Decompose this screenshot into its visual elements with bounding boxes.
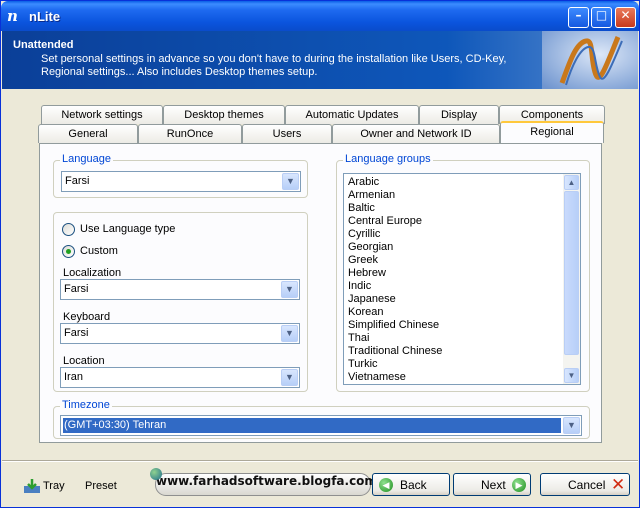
arrow-left-icon: ◀: [379, 478, 393, 492]
language-value: Farsi: [65, 175, 90, 187]
custom-label[interactable]: Custom: [80, 245, 118, 257]
back-button-label: Back: [400, 478, 427, 492]
maximize-button[interactable]: □: [591, 7, 612, 28]
chevron-down-icon[interactable]: ▼: [281, 325, 298, 342]
list-item[interactable]: Central Europe: [348, 215, 442, 228]
arrow-right-icon: ▶: [512, 478, 526, 492]
cancel-x-icon: ✕: [611, 475, 626, 495]
keyboard-value: Farsi: [64, 327, 89, 339]
chevron-down-icon[interactable]: ▼: [281, 369, 298, 386]
localization-label: Localization: [63, 267, 122, 279]
list-item[interactable]: Hebrew: [348, 267, 442, 280]
timezone-label: Timezone: [60, 399, 112, 411]
list-item[interactable]: Indic: [348, 280, 442, 293]
scroll-up-icon[interactable]: ▲: [564, 175, 579, 190]
language-groups-scrollbar[interactable]: ▲ ▼: [563, 174, 580, 384]
list-item[interactable]: Turkic: [348, 358, 442, 371]
list-item[interactable]: Greek: [348, 254, 442, 267]
list-item[interactable]: Vietnamese: [348, 371, 442, 384]
chevron-down-icon[interactable]: ▼: [282, 173, 299, 190]
tab-regional[interactable]: Regional: [500, 121, 604, 143]
back-button[interactable]: ◀ Back: [372, 473, 450, 496]
tray-icon[interactable]: [24, 479, 40, 493]
custom-radio[interactable]: [62, 245, 75, 258]
title-bar[interactable]: n nLite – □ ✕: [1, 1, 639, 31]
language-groups-list[interactable]: Arabic Armenian Baltic Central Europe Cy…: [343, 173, 581, 385]
tab-owner-network-id[interactable]: Owner and Network ID: [332, 124, 500, 143]
location-value: Iran: [64, 371, 83, 383]
cancel-button[interactable]: Cancel ✕: [540, 473, 630, 496]
localization-value: Farsi: [64, 283, 89, 295]
app-window: n nLite – □ ✕ Unattended Set personal se…: [0, 0, 640, 508]
location-label: Location: [63, 355, 105, 367]
tab-network-settings[interactable]: Network settings: [41, 105, 163, 124]
website-link[interactable]: www.farhadsoftware.blogfa.com: [155, 473, 377, 496]
tab-strip: Network settings Desktop themes Automati…: [38, 105, 608, 145]
list-item[interactable]: Traditional Chinese: [348, 345, 442, 358]
footer-bar: Tray Preset www.farhadsoftware.blogfa.co…: [2, 460, 638, 507]
list-item[interactable]: Cyrillic: [348, 228, 442, 241]
scroll-thumb[interactable]: [564, 191, 579, 355]
tab-automatic-updates[interactable]: Automatic Updates: [285, 105, 419, 124]
custom-settings-group: Use Language type Custom Localization Fa…: [53, 212, 308, 392]
regional-panel: Language Farsi ▼ Use Language type Custo…: [39, 143, 602, 443]
timezone-value: (GMT+03:30) Tehran: [64, 419, 167, 431]
list-item[interactable]: Simplified Chinese: [348, 319, 442, 332]
language-groups-label: Language groups: [343, 153, 433, 165]
keyboard-label: Keyboard: [63, 311, 111, 323]
list-item[interactable]: Baltic: [348, 202, 442, 215]
minimize-button[interactable]: –: [568, 7, 589, 28]
location-select[interactable]: Iran ▼: [60, 367, 300, 388]
page-description: Set personal settings in advance so you …: [41, 53, 507, 78]
timezone-group: Timezone (GMT+03:30) Tehran ▼: [53, 399, 590, 439]
list-item[interactable]: Japanese: [348, 293, 442, 306]
page-title: Unattended: [13, 39, 74, 51]
list-item[interactable]: Korean: [348, 306, 442, 319]
tab-display[interactable]: Display: [419, 105, 499, 124]
list-item[interactable]: Georgian: [348, 241, 442, 254]
close-button[interactable]: ✕: [615, 7, 636, 28]
localization-select[interactable]: Farsi ▼: [60, 279, 300, 300]
scroll-down-icon[interactable]: ▼: [564, 368, 579, 383]
keyboard-select[interactable]: Farsi ▼: [60, 323, 300, 344]
next-button-label: Next: [481, 478, 506, 492]
tray-link[interactable]: Tray: [43, 480, 65, 492]
tab-users[interactable]: Users: [242, 124, 332, 143]
list-item[interactable]: Arabic: [348, 176, 442, 189]
tab-general[interactable]: General: [38, 124, 138, 143]
window-title: nLite: [29, 9, 61, 24]
preset-link[interactable]: Preset: [85, 480, 117, 492]
use-language-type-label[interactable]: Use Language type: [80, 223, 175, 235]
list-item[interactable]: Armenian: [348, 189, 442, 202]
list-item[interactable]: Thai: [348, 332, 442, 345]
language-select[interactable]: Farsi ▼: [61, 171, 301, 192]
globe-icon: [150, 468, 162, 480]
chevron-down-icon[interactable]: ▼: [281, 281, 298, 298]
timezone-select[interactable]: (GMT+03:30) Tehran ▼: [60, 415, 582, 436]
language-group: Language Farsi ▼: [53, 153, 308, 198]
nlite-logo-icon: n: [7, 7, 18, 25]
next-button[interactable]: Next ▶: [453, 473, 531, 496]
nlite-logo-icon: [542, 31, 638, 89]
language-group-label: Language: [60, 153, 113, 165]
language-groups-group: Language groups Arabic Armenian Baltic C…: [336, 153, 590, 392]
tab-runonce[interactable]: RunOnce: [138, 124, 242, 143]
tab-desktop-themes[interactable]: Desktop themes: [163, 105, 285, 124]
use-language-type-radio[interactable]: [62, 223, 75, 236]
cancel-button-label: Cancel: [568, 478, 606, 492]
chevron-down-icon[interactable]: ▼: [563, 417, 580, 434]
wizard-header: Unattended Set personal settings in adva…: [2, 31, 638, 89]
